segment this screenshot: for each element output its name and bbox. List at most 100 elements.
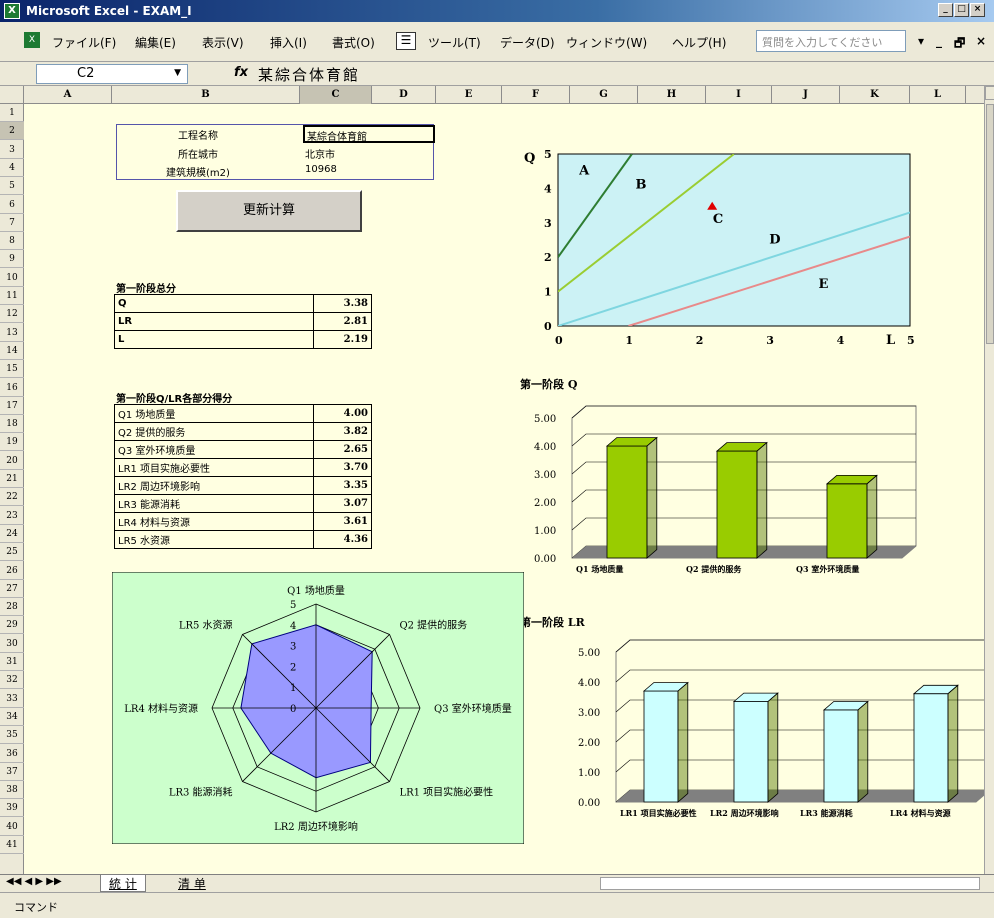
- row-header[interactable]: 35: [0, 726, 24, 745]
- row-header[interactable]: 25: [0, 543, 24, 562]
- sheet-menu-icon[interactable]: ☰: [396, 32, 416, 50]
- row-header[interactable]: 13: [0, 324, 24, 342]
- row-header[interactable]: 19: [0, 433, 24, 452]
- menu-view[interactable]: 表示(V): [202, 34, 244, 51]
- scroll-up-icon[interactable]: [985, 86, 994, 100]
- menu-window[interactable]: ウィンドウ(W): [566, 34, 647, 51]
- row-header[interactable]: 21: [0, 470, 24, 488]
- menu-tools[interactable]: ツール(T): [428, 34, 481, 51]
- part-value[interactable]: 4.00: [313, 404, 372, 423]
- row-header[interactable]: 7: [0, 214, 24, 232]
- scale-value[interactable]: 10968: [305, 164, 337, 175]
- menu-data[interactable]: データ(D): [500, 34, 555, 51]
- update-calc-button[interactable]: 更新计算: [176, 190, 362, 232]
- row-header[interactable]: 9: [0, 250, 24, 269]
- ql-line-chart[interactable]: 0123450 1 2 3 4 5QLABCDE: [518, 142, 918, 362]
- worksheet-grid[interactable]: A B C D E F G H I J K L 1 2 3 4 5 6 7 8 9 10 11 12 1…: [0, 86, 984, 874]
- row-header[interactable]: 37: [0, 763, 24, 781]
- menu-file[interactable]: ファイル(F): [52, 34, 116, 51]
- row-header[interactable]: 41: [0, 836, 24, 854]
- row-header[interactable]: 38: [0, 781, 24, 800]
- column-header[interactable]: K: [840, 86, 910, 104]
- part-value[interactable]: 3.61: [313, 512, 372, 531]
- column-header[interactable]: J: [772, 86, 840, 104]
- row-header[interactable]: 12: [0, 305, 24, 324]
- column-header[interactable]: H: [638, 86, 706, 104]
- column-header[interactable]: F: [502, 86, 570, 104]
- row-header[interactable]: 34: [0, 708, 24, 726]
- doc-minimize-button[interactable]: _: [936, 34, 942, 48]
- select-all-corner[interactable]: [0, 86, 24, 104]
- menu-format[interactable]: 書式(O): [332, 34, 375, 51]
- menu-insert[interactable]: 挿入(I): [270, 34, 307, 51]
- column-header[interactable]: I: [706, 86, 772, 104]
- column-header[interactable]: B: [112, 86, 300, 104]
- doc-restore-button[interactable]: 🗗: [954, 34, 965, 55]
- column-header[interactable]: L: [910, 86, 966, 104]
- stage1-value[interactable]: 2.81: [313, 312, 372, 331]
- row-header[interactable]: 5: [0, 177, 24, 196]
- question-dropdown-icon[interactable]: ▾: [918, 34, 924, 48]
- part-value[interactable]: 3.35: [313, 476, 372, 495]
- row-header[interactable]: 33: [0, 690, 24, 708]
- workbook-icon[interactable]: X: [24, 32, 40, 48]
- vertical-scrollbar[interactable]: [984, 86, 994, 874]
- close-button[interactable]: ×: [970, 3, 985, 17]
- city-value[interactable]: 北京市: [305, 146, 335, 161]
- row-header[interactable]: 30: [0, 635, 24, 653]
- row-header[interactable]: 28: [0, 598, 24, 617]
- project-name-cell[interactable]: 某綜合体育館: [303, 125, 435, 143]
- row-header[interactable]: 8: [0, 232, 24, 251]
- q-bar-chart[interactable]: 第一阶段 Q 0.00 1.00 2.00 3.00 4.00 5.00 Q1 场地质量 Q2 …: [520, 376, 940, 581]
- row-header[interactable]: 2: [0, 122, 24, 141]
- row-header[interactable]: 39: [0, 799, 24, 818]
- row-header[interactable]: 11: [0, 287, 24, 305]
- radar-chart[interactable]: Q1 场地质量 Q2 提供的服务 Q3 室外环境质量 LR1 项目实施必要性 LR2 周…: [112, 572, 524, 844]
- row-header[interactable]: 3: [0, 141, 24, 159]
- row-header[interactable]: 23: [0, 507, 24, 525]
- menu-help[interactable]: ヘルプ(H): [672, 34, 726, 51]
- row-header[interactable]: 14: [0, 342, 24, 360]
- column-header[interactable]: D: [372, 86, 436, 104]
- row-header[interactable]: 17: [0, 397, 24, 415]
- name-box[interactable]: C2 ▼: [36, 64, 188, 84]
- stage1-value[interactable]: 3.38: [313, 294, 372, 313]
- function-icon[interactable]: fx: [234, 65, 248, 80]
- chevron-down-icon[interactable]: ▼: [174, 68, 181, 78]
- menu-edit[interactable]: 編集(E): [135, 34, 176, 51]
- row-header[interactable]: 36: [0, 745, 24, 763]
- column-header[interactable]: E: [436, 86, 502, 104]
- row-header[interactable]: 40: [0, 818, 24, 836]
- row-header[interactable]: 29: [0, 616, 24, 635]
- row-header[interactable]: 32: [0, 671, 24, 690]
- part-value[interactable]: 3.70: [313, 458, 372, 477]
- restore-button[interactable]: □: [954, 3, 969, 17]
- horizontal-scrollbar[interactable]: [600, 877, 980, 890]
- scroll-thumb[interactable]: [986, 104, 994, 344]
- row-header[interactable]: 4: [0, 159, 24, 177]
- tab-nav-buttons[interactable]: ◀◀ ◀ ▶ ▶▶: [6, 876, 62, 887]
- row-header[interactable]: 6: [0, 196, 24, 214]
- row-header[interactable]: 31: [0, 653, 24, 671]
- column-header[interactable]: G: [570, 86, 638, 104]
- row-header[interactable]: 20: [0, 452, 24, 470]
- column-header[interactable]: C: [300, 86, 372, 104]
- column-header[interactable]: A: [24, 86, 112, 104]
- tab-list[interactable]: 清 单: [170, 875, 214, 892]
- row-header[interactable]: 10: [0, 269, 24, 287]
- lr-bar-chart[interactable]: 第一阶段 LR 0.00 1.00 2.00 3.00 4.00 5.00 LR1 项目实施必…: [520, 614, 984, 854]
- tab-statistics[interactable]: 統 计: [100, 875, 146, 892]
- row-header[interactable]: 27: [0, 580, 24, 598]
- doc-close-button[interactable]: ×: [976, 34, 986, 48]
- question-input[interactable]: 質問を入力してください: [756, 30, 906, 52]
- part-value[interactable]: 2.65: [313, 440, 372, 459]
- row-header[interactable]: 22: [0, 488, 24, 507]
- part-value[interactable]: 3.07: [313, 494, 372, 513]
- part-value[interactable]: 4.36: [313, 530, 372, 549]
- row-header[interactable]: 18: [0, 415, 24, 434]
- stage1-value[interactable]: 2.19: [313, 330, 372, 349]
- row-header[interactable]: 26: [0, 562, 24, 580]
- formula-input[interactable]: 某綜合体育館: [258, 64, 360, 85]
- part-value[interactable]: 3.82: [313, 422, 372, 441]
- row-header[interactable]: 16: [0, 379, 24, 397]
